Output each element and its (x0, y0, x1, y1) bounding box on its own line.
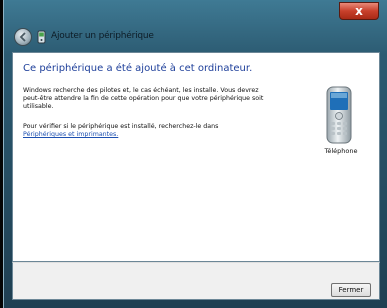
back-button[interactable] (14, 28, 32, 46)
content-panel: Ce périphérique a été ajouté à cet ordin… (12, 52, 380, 262)
info-paragraph: Windows recherche des pilotes et, le cas… (23, 87, 264, 110)
check-paragraph: Pour vérifier si le périphérique est ins… (23, 123, 219, 130)
device-label: Téléphone (324, 147, 358, 155)
titlebar: x Ajouter un périphérique (4, 0, 387, 52)
device-wizard-icon (37, 30, 46, 44)
close-button[interactable]: x (339, 2, 379, 20)
close-dialog-button[interactable]: Fermer (331, 283, 371, 297)
add-device-window: x Ajouter un périphérique Ce périphériqu… (3, 0, 387, 308)
page-heading: Ce périphérique a été ajouté à cet ordin… (23, 63, 253, 74)
window-title: Ajouter un périphérique (51, 31, 154, 41)
devices-printers-link[interactable]: Périphériques et imprimantes. (23, 131, 118, 139)
footer-bar: Fermer (12, 262, 380, 300)
back-arrow-icon (19, 32, 26, 42)
